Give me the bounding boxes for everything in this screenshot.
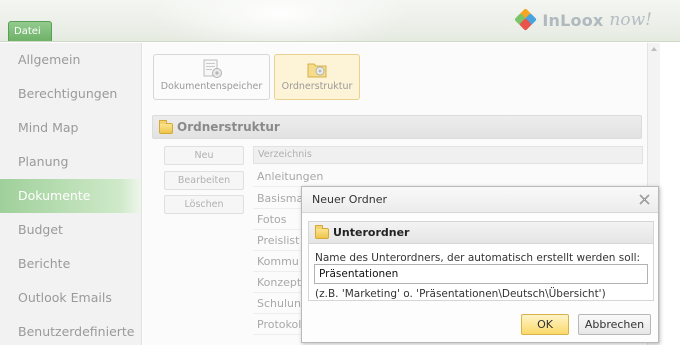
header-decoration bbox=[150, 0, 410, 41]
sidebar-item-budget[interactable]: Budget bbox=[0, 213, 141, 247]
folder-structure-label: Ordnerstruktur bbox=[281, 81, 353, 92]
window-edge bbox=[660, 43, 680, 345]
sidebar-item-berechtigungen[interactable]: Berechtigungen bbox=[0, 77, 141, 111]
delete-button[interactable]: Löschen bbox=[164, 195, 244, 214]
cancel-button[interactable]: Abbrechen bbox=[578, 314, 651, 335]
scroll-up-arrow-icon[interactable] bbox=[651, 47, 657, 51]
sidebar: Allgemein Berechtigungen Mind Map Planun… bbox=[0, 43, 142, 345]
documents-storage-button[interactable]: Dokumentenspeicher bbox=[153, 54, 270, 100]
documents-storage-label: Dokumentenspeicher bbox=[160, 81, 263, 92]
logo-suffix: now! bbox=[609, 10, 652, 30]
directory-column-header[interactable]: Verzeichnis bbox=[253, 146, 643, 164]
inloox-logo: InLoox now! bbox=[514, 8, 652, 31]
new-folder-dialog: Neuer Ordner Unterordner Name des Untero… bbox=[301, 186, 659, 343]
logo-mark-icon bbox=[514, 8, 538, 31]
sidebar-item-benutzerdefinierte[interactable]: Benutzerdefinierte bbox=[0, 315, 141, 345]
subfolder-name-input[interactable] bbox=[314, 264, 648, 284]
section-title: Ordnerstruktur bbox=[177, 120, 280, 134]
dialog-title: Neuer Ordner bbox=[302, 187, 658, 213]
subfolder-group: Unterordner Name des Unterordners, der a… bbox=[308, 221, 654, 301]
folder-icon bbox=[315, 225, 329, 239]
logo-brand: InLoox bbox=[542, 10, 604, 30]
sidebar-item-planung[interactable]: Planung bbox=[0, 145, 141, 179]
sidebar-item-mind-map[interactable]: Mind Map bbox=[0, 111, 141, 145]
folder-structure-icon bbox=[307, 63, 327, 78]
edit-button[interactable]: Bearbeiten bbox=[164, 171, 244, 190]
list-item[interactable]: Anleitungen bbox=[253, 166, 643, 187]
sidebar-item-dokumente[interactable]: Dokumente bbox=[0, 179, 141, 213]
folder-structure-header: Ordnerstruktur bbox=[152, 115, 642, 139]
sidebar-item-berichte[interactable]: Berichte bbox=[0, 247, 141, 281]
folder-structure-button[interactable]: Ordnerstruktur bbox=[274, 54, 360, 100]
close-icon[interactable] bbox=[639, 194, 650, 205]
subfolder-name-label: Name des Unterordners, der automatisch e… bbox=[315, 252, 641, 264]
folder-icon bbox=[159, 120, 173, 134]
documents-storage-icon bbox=[203, 59, 222, 78]
sidebar-item-outlook-emails[interactable]: Outlook Emails bbox=[0, 281, 141, 315]
group-title: Unterordner bbox=[333, 226, 410, 239]
ok-button[interactable]: OK bbox=[521, 314, 569, 335]
file-tab[interactable]: Datei bbox=[8, 21, 52, 41]
sidebar-item-allgemein[interactable]: Allgemein bbox=[0, 43, 141, 77]
ribbon-header: Datei InLoox now! bbox=[0, 0, 680, 42]
subfolder-group-header: Unterordner bbox=[309, 222, 653, 244]
subfolder-hint: (z.B. 'Marketing' o. 'Präsentationen\Deu… bbox=[315, 288, 606, 300]
new-button[interactable]: Neu bbox=[164, 146, 244, 165]
